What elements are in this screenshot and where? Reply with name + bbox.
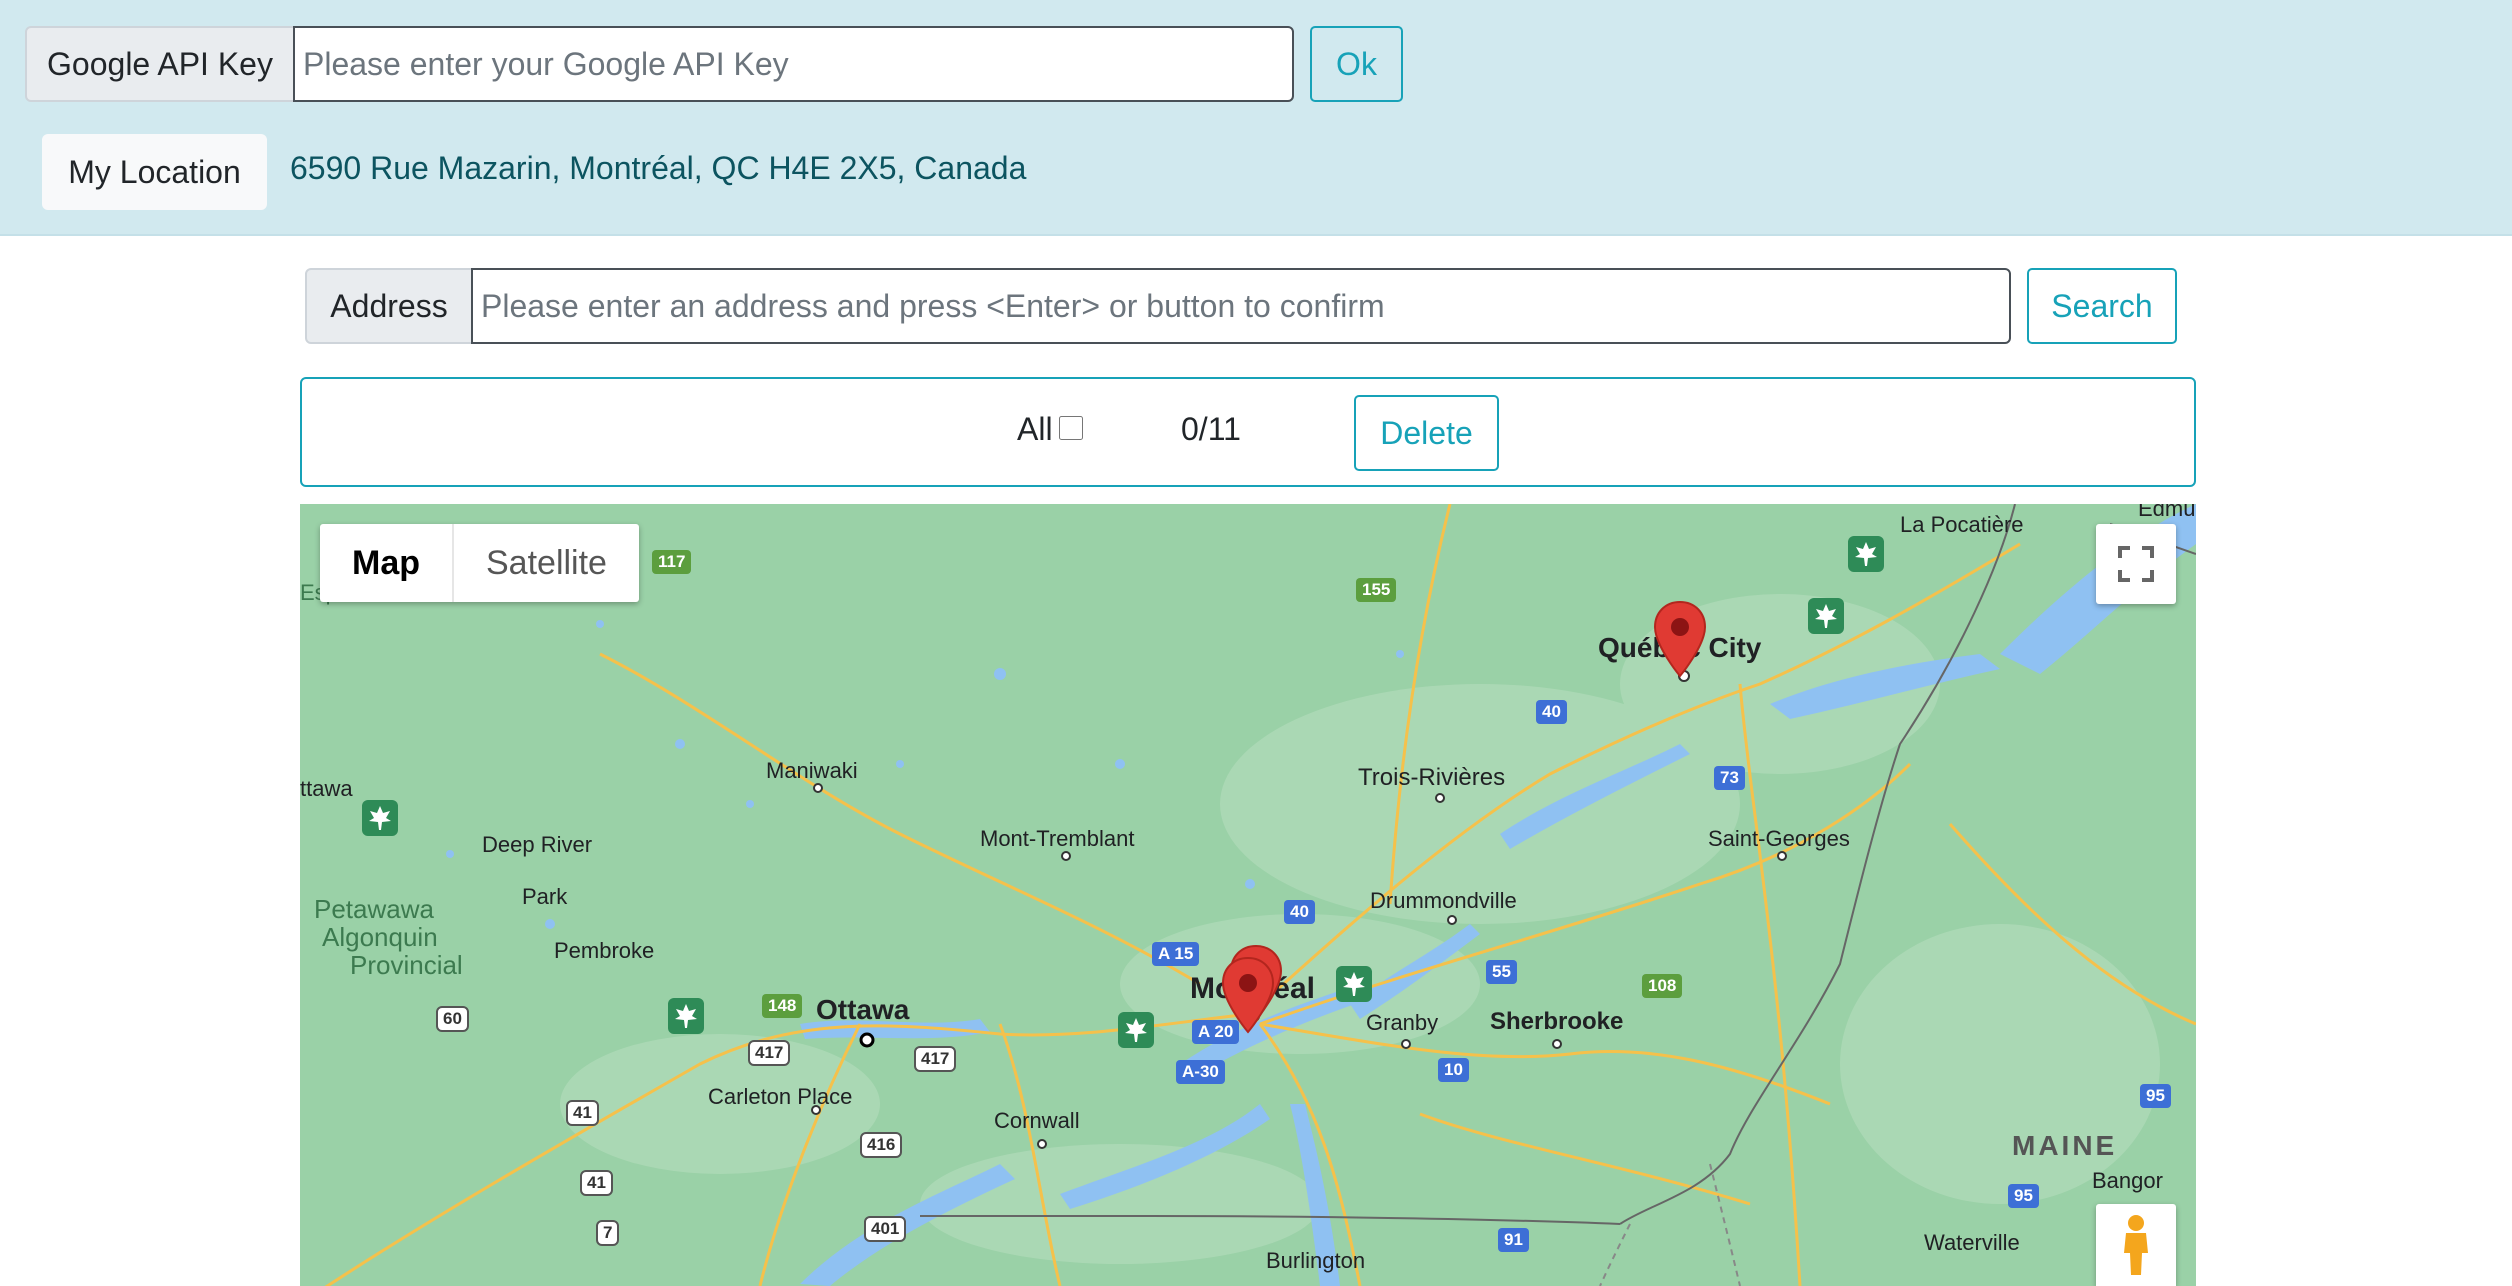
road-shield: 117: [652, 550, 692, 574]
api-key-alert-bar: Google API Key Ok My Location 6590 Rue M…: [0, 0, 2512, 236]
road-shield: 7: [596, 1220, 620, 1246]
pegman-icon: [2124, 1215, 2148, 1275]
select-all-label: All: [1017, 411, 1053, 447]
delete-button[interactable]: Delete: [1354, 395, 1499, 471]
current-location-address: 6590 Rue Mazarin, Montréal, QC H4E 2X5, …: [290, 150, 1027, 186]
api-key-input[interactable]: [293, 26, 1294, 102]
road-shield: 95: [2008, 1184, 2039, 1208]
road-shield: 91: [1498, 1228, 1529, 1252]
road-shield: 73: [1714, 766, 1745, 790]
address-label: Address: [305, 268, 473, 344]
road-shield: 60: [436, 1006, 469, 1032]
map-marker-icon[interactable]: [1220, 956, 1276, 1034]
road-shield: 55: [1486, 960, 1517, 984]
road-shield: 148: [762, 994, 803, 1018]
road-shield: 401: [864, 1216, 907, 1242]
map-type-satellite-button[interactable]: Satellite: [454, 524, 639, 602]
map-type-map-button[interactable]: Map: [320, 524, 454, 602]
road-shield: 108: [1642, 974, 1683, 998]
address-input[interactable]: [471, 268, 2011, 344]
maple-leaf-park-icon: [362, 800, 398, 836]
selection-count: 0/11: [1181, 411, 1241, 447]
road-shield: 41: [580, 1170, 613, 1196]
road-shield: 416: [860, 1132, 903, 1158]
maple-leaf-park-icon: [1336, 966, 1372, 1002]
road-shields: 117 155 40 73 40 A 15 A 20 A-30 148 417 …: [300, 504, 2196, 1286]
my-location-button[interactable]: My Location: [42, 134, 267, 210]
road-shield: 41: [566, 1100, 599, 1126]
street-view-pegman-button[interactable]: [2096, 1204, 2176, 1286]
map-type-control: Map Satellite: [320, 524, 639, 602]
search-button[interactable]: Search: [2027, 268, 2177, 344]
maple-leaf-park-icon: [1118, 1012, 1154, 1048]
map-marker-icon[interactable]: [1652, 600, 1708, 678]
api-key-label: Google API Key: [25, 26, 295, 102]
road-shield: A 15: [1152, 942, 1200, 966]
maple-leaf-park-icon: [1808, 598, 1844, 634]
road-shield: 95: [2140, 1084, 2171, 1108]
fullscreen-button[interactable]: [2096, 524, 2176, 604]
road-shield: A-30: [1176, 1060, 1225, 1084]
road-shield: 417: [748, 1040, 791, 1066]
selection-toolbar: All 0/11 Delete: [300, 377, 2196, 487]
road-shield: 40: [1284, 900, 1315, 924]
maple-leaf-park-icon: [668, 998, 704, 1034]
road-shield: 417: [914, 1046, 957, 1072]
road-shield: 10: [1438, 1058, 1469, 1082]
road-shield: 40: [1536, 700, 1567, 724]
google-map[interactable]: Edmu La Pocatière Québec City Trois-Rivi…: [300, 504, 2196, 1286]
ok-button[interactable]: Ok: [1310, 26, 1403, 102]
road-shield: 155: [1356, 578, 1397, 602]
select-all-checkbox[interactable]: [1059, 416, 1083, 440]
fullscreen-icon: [2118, 546, 2154, 582]
maple-leaf-park-icon: [1848, 536, 1884, 572]
